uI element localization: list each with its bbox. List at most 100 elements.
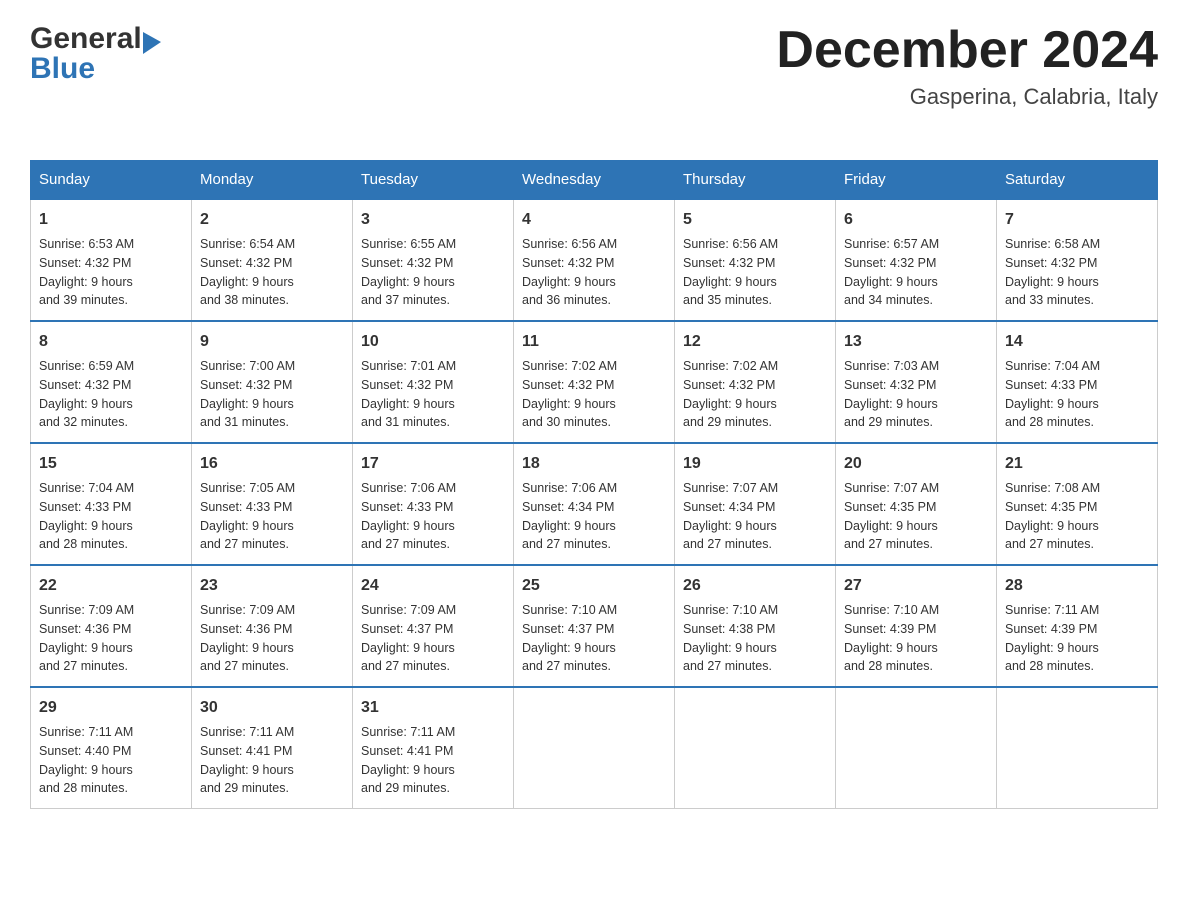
week-row-5: 29Sunrise: 7:11 AM Sunset: 4:40 PM Dayli… bbox=[31, 687, 1158, 809]
day-cell: 10 Sunrise: 7:01 AM Sunset: 4:32 PM Dayli… bbox=[353, 321, 514, 443]
day-cell: 27Sunrise: 7:10 AM Sunset: 4:39 PM Dayli… bbox=[836, 565, 997, 687]
day-cell bbox=[836, 687, 997, 809]
day-info: Sunrise: 6:55 AM Sunset: 4:32 PM Dayligh… bbox=[361, 235, 505, 310]
day-cell: 13 Sunrise: 7:03 AM Sunset: 4:32 PM Dayli… bbox=[836, 321, 997, 443]
day-number: 2 bbox=[200, 208, 344, 232]
day-number: 22 bbox=[39, 574, 183, 598]
logo-area: General bbox=[30, 22, 161, 56]
day-cell: 3 Sunrise: 6:55 AM Sunset: 4:32 PM Daylig… bbox=[353, 199, 514, 321]
week-row-4: 22 Sunrise: 7:09 AM Sunset: 4:36 PM Dayli… bbox=[31, 565, 1158, 687]
header-cell-saturday: Saturday bbox=[997, 161, 1158, 200]
calendar-header: SundayMondayTuesdayWednesdayThursdayFrid… bbox=[31, 161, 1158, 200]
day-info: Sunrise: 7:02 AM Sunset: 4:32 PM Dayligh… bbox=[522, 357, 666, 432]
day-cell: 16 Sunrise: 7:05 AM Sunset: 4:33 PM Dayli… bbox=[192, 443, 353, 565]
day-number: 17 bbox=[361, 452, 505, 476]
day-info: Sunrise: 7:09 AM Sunset: 4:36 PM Dayligh… bbox=[39, 601, 183, 676]
day-number: 14 bbox=[1005, 330, 1149, 354]
day-info: Sunrise: 7:11 AM Sunset: 4:40 PM Dayligh… bbox=[39, 723, 183, 798]
day-info: Sunrise: 7:11 AM Sunset: 4:41 PM Dayligh… bbox=[200, 723, 344, 798]
day-cell: 5Sunrise: 6:56 AM Sunset: 4:32 PM Daylig… bbox=[675, 199, 836, 321]
day-cell: 17 Sunrise: 7:06 AM Sunset: 4:33 PM Dayli… bbox=[353, 443, 514, 565]
day-info: Sunrise: 6:58 AM Sunset: 4:32 PM Dayligh… bbox=[1005, 235, 1149, 310]
day-info: Sunrise: 7:02 AM Sunset: 4:32 PM Dayligh… bbox=[683, 357, 827, 432]
day-number: 18 bbox=[522, 452, 666, 476]
day-cell: 2Sunrise: 6:54 AM Sunset: 4:32 PM Daylig… bbox=[192, 199, 353, 321]
calendar-container: SundayMondayTuesdayWednesdayThursdayFrid… bbox=[30, 160, 1158, 809]
week-row-1: 1Sunrise: 6:53 AM Sunset: 4:32 PM Daylig… bbox=[31, 199, 1158, 321]
day-number: 5 bbox=[683, 208, 827, 232]
day-cell bbox=[997, 687, 1158, 809]
day-cell: 30 Sunrise: 7:11 AM Sunset: 4:41 PM Dayli… bbox=[192, 687, 353, 809]
day-cell: 28Sunrise: 7:11 AM Sunset: 4:39 PM Dayli… bbox=[997, 565, 1158, 687]
day-info: Sunrise: 6:59 AM Sunset: 4:32 PM Dayligh… bbox=[39, 357, 183, 432]
day-number: 26 bbox=[683, 574, 827, 598]
day-number: 11 bbox=[522, 330, 666, 354]
day-cell: 21Sunrise: 7:08 AM Sunset: 4:35 PM Dayli… bbox=[997, 443, 1158, 565]
day-number: 21 bbox=[1005, 452, 1149, 476]
day-cell: 14Sunrise: 7:04 AM Sunset: 4:33 PM Dayli… bbox=[997, 321, 1158, 443]
day-cell: 4Sunrise: 6:56 AM Sunset: 4:32 PM Daylig… bbox=[514, 199, 675, 321]
day-info: Sunrise: 7:11 AM Sunset: 4:41 PM Dayligh… bbox=[361, 723, 505, 798]
header-cell-friday: Friday bbox=[836, 161, 997, 200]
day-cell: 6 Sunrise: 6:57 AM Sunset: 4:32 PM Daylig… bbox=[836, 199, 997, 321]
day-cell: 8 Sunrise: 6:59 AM Sunset: 4:32 PM Daylig… bbox=[31, 321, 192, 443]
day-number: 19 bbox=[683, 452, 827, 476]
day-number: 30 bbox=[200, 696, 344, 720]
header-cell-wednesday: Wednesday bbox=[514, 161, 675, 200]
day-cell: 31 Sunrise: 7:11 AM Sunset: 4:41 PM Dayli… bbox=[353, 687, 514, 809]
day-number: 10 bbox=[361, 330, 505, 354]
calendar-body: 1Sunrise: 6:53 AM Sunset: 4:32 PM Daylig… bbox=[31, 199, 1158, 809]
day-info: Sunrise: 7:06 AM Sunset: 4:33 PM Dayligh… bbox=[361, 479, 505, 554]
day-cell: 20Sunrise: 7:07 AM Sunset: 4:35 PM Dayli… bbox=[836, 443, 997, 565]
day-cell: 9Sunrise: 7:00 AM Sunset: 4:32 PM Daylig… bbox=[192, 321, 353, 443]
day-number: 25 bbox=[522, 574, 666, 598]
day-cell: 1Sunrise: 6:53 AM Sunset: 4:32 PM Daylig… bbox=[31, 199, 192, 321]
day-number: 28 bbox=[1005, 574, 1149, 598]
day-info: Sunrise: 6:57 AM Sunset: 4:32 PM Dayligh… bbox=[844, 235, 988, 310]
logo-blue-part: Blue bbox=[30, 52, 95, 85]
day-info: Sunrise: 7:01 AM Sunset: 4:32 PM Dayligh… bbox=[361, 357, 505, 432]
day-number: 24 bbox=[361, 574, 505, 598]
day-cell bbox=[514, 687, 675, 809]
day-cell bbox=[675, 687, 836, 809]
day-number: 12 bbox=[683, 330, 827, 354]
day-number: 16 bbox=[200, 452, 344, 476]
day-info: Sunrise: 7:09 AM Sunset: 4:36 PM Dayligh… bbox=[200, 601, 344, 676]
week-row-2: 8 Sunrise: 6:59 AM Sunset: 4:32 PM Daylig… bbox=[31, 321, 1158, 443]
day-number: 31 bbox=[361, 696, 505, 720]
day-number: 13 bbox=[844, 330, 988, 354]
day-number: 7 bbox=[1005, 208, 1149, 232]
day-cell: 29Sunrise: 7:11 AM Sunset: 4:40 PM Dayli… bbox=[31, 687, 192, 809]
day-cell: 22 Sunrise: 7:09 AM Sunset: 4:36 PM Dayli… bbox=[31, 565, 192, 687]
header-cell-tuesday: Tuesday bbox=[353, 161, 514, 200]
day-number: 6 bbox=[844, 208, 988, 232]
month-title: December 2024 bbox=[776, 20, 1158, 80]
logo-triangle-icon bbox=[143, 32, 161, 54]
day-cell: 23Sunrise: 7:09 AM Sunset: 4:36 PM Dayli… bbox=[192, 565, 353, 687]
day-cell: 11 Sunrise: 7:02 AM Sunset: 4:32 PM Dayli… bbox=[514, 321, 675, 443]
day-info: Sunrise: 7:00 AM Sunset: 4:32 PM Dayligh… bbox=[200, 357, 344, 432]
title-block: December 2024 Gasperina, Calabria, Italy bbox=[776, 20, 1158, 110]
logo-blue-area: Blue bbox=[30, 52, 95, 86]
header-row: SundayMondayTuesdayWednesdayThursdayFrid… bbox=[31, 161, 1158, 200]
header-cell-thursday: Thursday bbox=[675, 161, 836, 200]
day-cell: 24 Sunrise: 7:09 AM Sunset: 4:37 PM Dayli… bbox=[353, 565, 514, 687]
day-number: 20 bbox=[844, 452, 988, 476]
header-cell-sunday: Sunday bbox=[31, 161, 192, 200]
day-info: Sunrise: 6:53 AM Sunset: 4:32 PM Dayligh… bbox=[39, 235, 183, 310]
day-info: Sunrise: 7:10 AM Sunset: 4:37 PM Dayligh… bbox=[522, 601, 666, 676]
day-info: Sunrise: 7:10 AM Sunset: 4:38 PM Dayligh… bbox=[683, 601, 827, 676]
day-cell: 25 Sunrise: 7:10 AM Sunset: 4:37 PM Dayli… bbox=[514, 565, 675, 687]
location-title: Gasperina, Calabria, Italy bbox=[776, 84, 1158, 110]
day-number: 15 bbox=[39, 452, 183, 476]
day-info: Sunrise: 7:05 AM Sunset: 4:33 PM Dayligh… bbox=[200, 479, 344, 554]
day-cell: 12 Sunrise: 7:02 AM Sunset: 4:32 PM Dayli… bbox=[675, 321, 836, 443]
day-cell: 15Sunrise: 7:04 AM Sunset: 4:33 PM Dayli… bbox=[31, 443, 192, 565]
calendar-table: SundayMondayTuesdayWednesdayThursdayFrid… bbox=[30, 160, 1158, 809]
day-number: 3 bbox=[361, 208, 505, 232]
page-header: December 2024 Gasperina, Calabria, Italy bbox=[30, 20, 1158, 110]
day-info: Sunrise: 7:09 AM Sunset: 4:37 PM Dayligh… bbox=[361, 601, 505, 676]
day-info: Sunrise: 7:03 AM Sunset: 4:32 PM Dayligh… bbox=[844, 357, 988, 432]
day-number: 8 bbox=[39, 330, 183, 354]
day-cell: 26 Sunrise: 7:10 AM Sunset: 4:38 PM Dayli… bbox=[675, 565, 836, 687]
